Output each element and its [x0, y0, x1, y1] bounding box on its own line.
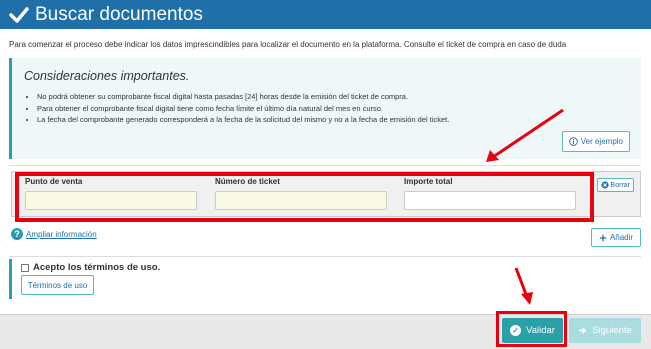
- point-of-sale-label: Punto de venta: [25, 177, 83, 186]
- point-of-sale-field: Punto de venta: [25, 177, 197, 210]
- considerations-title: Consideraciones importantes.: [24, 69, 190, 83]
- considerations-list: No podrá obtener su comprobante fiscal d…: [37, 91, 449, 126]
- accept-terms-checkbox[interactable]: [21, 263, 29, 272]
- divider: [9, 165, 641, 166]
- page-title: Buscar documentos: [35, 3, 203, 25]
- validate-button[interactable]: ✓ Validar: [502, 318, 563, 343]
- add-label: Añadir: [609, 233, 634, 242]
- divider: [9, 256, 641, 257]
- considerations-item: No podrá obtener su comprobante fiscal d…: [37, 91, 449, 103]
- add-button[interactable]: Añadir: [591, 228, 641, 247]
- checkmark-icon: [9, 6, 29, 23]
- check-circle-icon: ✓: [510, 325, 522, 336]
- terms-accent-bar: [9, 259, 12, 299]
- next-label: Siguiente: [592, 325, 632, 336]
- clear-button[interactable]: Borrar: [596, 178, 634, 192]
- next-button[interactable]: Siguiente: [569, 318, 641, 343]
- close-circle-icon: [600, 181, 609, 189]
- arrow-to-validate-icon: [514, 267, 533, 305]
- point-of-sale-input[interactable]: [25, 191, 197, 210]
- view-example-label: Ver ejemplo: [580, 137, 623, 146]
- plus-icon: [599, 234, 607, 241]
- page-header: Buscar documentos: [0, 0, 651, 29]
- clear-label: Borrar: [610, 181, 630, 189]
- total-amount-input[interactable]: [404, 191, 576, 210]
- arrow-right-icon: [579, 327, 587, 334]
- ticket-number-field: Número de ticket: [215, 177, 387, 210]
- considerations-item: Para obtener el comprobante fiscal digit…: [37, 103, 449, 115]
- info-icon: [568, 137, 578, 146]
- total-amount-field: Importe total: [404, 177, 576, 210]
- terms-of-use-button[interactable]: Términos de uso: [21, 275, 94, 295]
- ticket-number-label: Número de ticket: [215, 177, 280, 186]
- more-info-label: Ampliar información: [26, 229, 97, 239]
- total-amount-label: Importe total: [404, 177, 453, 186]
- accept-terms-label: Acepto los términos de uso.: [33, 262, 161, 273]
- ticket-form-row: Punto de venta Número de ticket Importe …: [11, 171, 641, 217]
- considerations-panel: Consideraciones importantes. No podrá ob…: [9, 58, 641, 159]
- more-info-link[interactable]: ? Ampliar información: [11, 228, 97, 240]
- intro-text: Para comenzar el proceso debe indicar lo…: [9, 40, 567, 49]
- ticket-number-input[interactable]: [215, 191, 387, 210]
- help-icon: ?: [11, 228, 23, 240]
- accept-terms[interactable]: Acepto los términos de uso.: [21, 262, 160, 273]
- considerations-item: La fecha del comprobante generado corres…: [37, 114, 449, 126]
- view-example-button[interactable]: Ver ejemplo: [561, 131, 630, 152]
- validate-label: Validar: [526, 325, 555, 336]
